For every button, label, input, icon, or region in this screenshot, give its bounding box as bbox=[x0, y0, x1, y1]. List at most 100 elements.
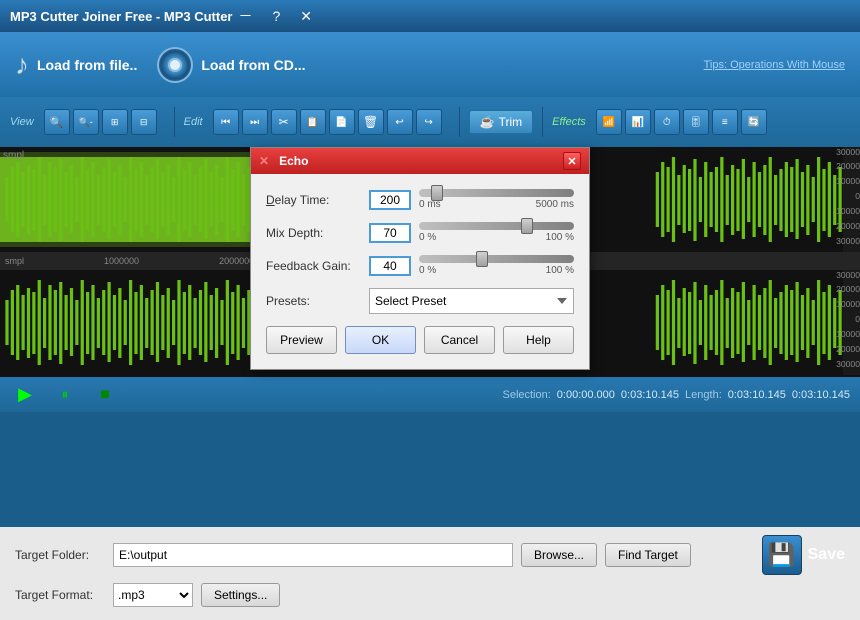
feedback-gain-slider-track bbox=[419, 255, 574, 263]
length-end: 0:03:10.145 bbox=[792, 389, 850, 401]
trim-button[interactable]: ☕ Trim bbox=[469, 110, 534, 134]
cut-button[interactable]: ✂ bbox=[271, 109, 297, 135]
mix-depth-max: 100 % bbox=[546, 232, 574, 243]
sub-toolbar: View 🔍 🔍- ⊞ ⊟ Edit ⏮ ⏭ ✂ 📋 📄 🗑 ↩ ↪ ☕ Tri… bbox=[0, 97, 860, 147]
feedback-gain-row: Feedback Gain: 0 % 100 % bbox=[266, 255, 574, 276]
settings-button[interactable]: Settings... bbox=[201, 583, 280, 607]
effect-5-button[interactable]: ≡ bbox=[712, 109, 738, 135]
separator-2 bbox=[459, 107, 460, 137]
effect-2-button[interactable]: 📊 bbox=[625, 109, 651, 135]
svg-text:20000: 20000 bbox=[836, 221, 860, 231]
feedback-gain-label: Feedback Gain: bbox=[266, 259, 361, 273]
zoom-fit-button[interactable]: ⊞ bbox=[102, 109, 128, 135]
help-button-dialog[interactable]: Help bbox=[503, 326, 574, 354]
delay-time-max: 5000 ms bbox=[536, 199, 574, 210]
load-cd-button[interactable]: Load from CD... bbox=[157, 47, 305, 83]
edit-tools: ⏮ ⏭ ✂ 📋 📄 🗑 ↩ ↪ bbox=[213, 109, 442, 135]
zoom-all-button[interactable]: ⊟ bbox=[131, 109, 157, 135]
ok-button[interactable]: OK bbox=[345, 326, 416, 354]
svg-text:30000: 30000 bbox=[836, 147, 860, 157]
feedback-max: 100 % bbox=[546, 265, 574, 276]
app-title: MP3 Cutter Joiner Free - MP3 Cutter bbox=[10, 9, 233, 24]
paste-button[interactable]: 📄 bbox=[329, 109, 355, 135]
svg-text:20000: 20000 bbox=[836, 284, 860, 294]
effect-3-button[interactable]: ⏱ bbox=[654, 109, 680, 135]
pause-button[interactable]: ⏸ bbox=[50, 380, 80, 410]
back-button[interactable]: ⏮ bbox=[213, 109, 239, 135]
dialog-buttons: Preview OK Cancel Help bbox=[266, 326, 574, 354]
svg-text:30000: 30000 bbox=[836, 359, 860, 369]
svg-text:0: 0 bbox=[855, 191, 860, 201]
svg-text:10000: 10000 bbox=[836, 176, 860, 186]
find-target-button[interactable]: Find Target bbox=[605, 543, 691, 567]
feedback-gain-slider-thumb[interactable] bbox=[476, 251, 488, 267]
effect-6-button[interactable]: 🔄 bbox=[741, 109, 767, 135]
effect-4-button[interactable]: 🎚 bbox=[683, 109, 709, 135]
title-bar: MP3 Cutter Joiner Free - MP3 Cutter － ? … bbox=[0, 0, 860, 32]
mix-depth-slider-thumb[interactable] bbox=[521, 218, 533, 234]
echo-title-text: Echo bbox=[279, 154, 308, 168]
view-label: View bbox=[10, 116, 34, 128]
help-button[interactable]: ? bbox=[267, 4, 287, 28]
load-file-button[interactable]: ♪ Load from file.. bbox=[15, 49, 137, 81]
feedback-gain-slider-container: 0 % 100 % bbox=[419, 255, 574, 276]
timeline-1m: 1000000 bbox=[104, 256, 139, 266]
delay-time-slider-labels: 0 ms 5000 ms bbox=[419, 199, 574, 210]
mix-depth-min: 0 % bbox=[419, 232, 436, 243]
feedback-gain-input[interactable] bbox=[369, 256, 411, 276]
echo-close-button[interactable]: ✕ bbox=[563, 152, 581, 170]
save-icon-btn[interactable]: 💾 bbox=[762, 535, 802, 575]
folder-input[interactable] bbox=[113, 543, 513, 567]
zoom-out-button[interactable]: 🔍- bbox=[73, 109, 99, 135]
feedback-min: 0 % bbox=[419, 265, 436, 276]
redo-button[interactable]: ↪ bbox=[416, 109, 442, 135]
selection-label: Selection: bbox=[502, 389, 550, 401]
length-label: Length: bbox=[685, 389, 722, 401]
delay-time-input[interactable] bbox=[369, 190, 411, 210]
cancel-button[interactable]: Cancel bbox=[424, 326, 495, 354]
undo-button[interactable]: ↩ bbox=[387, 109, 413, 135]
close-button[interactable]: ✕ bbox=[294, 4, 318, 28]
minimize-button[interactable]: － bbox=[233, 4, 259, 28]
folder-label: Target Folder: bbox=[15, 548, 105, 562]
mix-depth-row: Mix Depth: 0 % 100 % bbox=[266, 222, 574, 243]
delete-button[interactable]: 🗑 bbox=[358, 109, 384, 135]
toolbar-area: ♪ Load from file.. Load from CD... Tips:… bbox=[0, 32, 860, 97]
svg-text:30000: 30000 bbox=[836, 270, 860, 280]
play-button[interactable]: ▶ bbox=[10, 380, 40, 410]
svg-text:20000: 20000 bbox=[836, 161, 860, 171]
zoom-in-button[interactable]: 🔍 bbox=[44, 109, 70, 135]
effect-1-button[interactable]: 📶 bbox=[596, 109, 622, 135]
tips-link[interactable]: Tips: Operations With Mouse bbox=[704, 59, 845, 71]
load-file-label: Load from file.. bbox=[37, 57, 137, 73]
delay-time-label: Delay Time: bbox=[266, 193, 361, 207]
mix-depth-slider-track bbox=[419, 222, 574, 230]
waveform-label-top: smpl bbox=[3, 150, 24, 161]
folder-row: Target Folder: Browse... Find Target 💾 S… bbox=[15, 535, 845, 575]
forward-button[interactable]: ⏭ bbox=[242, 109, 268, 135]
cd-icon bbox=[157, 47, 193, 83]
presets-row: Presets: Select Preset bbox=[266, 288, 574, 314]
h-scrollbar: ◀ ▶ bbox=[0, 375, 860, 377]
presets-select[interactable]: Select Preset bbox=[369, 288, 574, 314]
format-select[interactable]: .mp3 bbox=[113, 583, 193, 607]
stop-button[interactable]: ■ bbox=[90, 380, 120, 410]
copy-button[interactable]: 📋 bbox=[300, 109, 326, 135]
delay-time-row: Delay Time: 0 ms 5000 ms bbox=[266, 189, 574, 210]
delay-time-slider-thumb[interactable] bbox=[431, 185, 443, 201]
echo-dialog-body: Delay Time: 0 ms 5000 ms Mix Depth: bbox=[251, 174, 589, 369]
effects-tools: 📶 📊 ⏱ 🎚 ≡ 🔄 bbox=[596, 109, 767, 135]
load-cd-label: Load from CD... bbox=[201, 57, 305, 73]
mix-depth-slider-container: 0 % 100 % bbox=[419, 222, 574, 243]
mix-depth-label: Mix Depth: bbox=[266, 226, 361, 240]
feedback-gain-label-text: Feedback Gain: bbox=[266, 259, 351, 273]
browse-button[interactable]: Browse... bbox=[521, 543, 597, 567]
svg-text:20000: 20000 bbox=[836, 344, 860, 354]
bottom-bar: Target Folder: Browse... Find Target 💾 S… bbox=[0, 527, 860, 620]
timeline-smpl: smpl bbox=[0, 256, 24, 266]
time-info: Selection: 0:00:00.000 0:03:10.145 Lengt… bbox=[502, 389, 850, 401]
save-label[interactable]: Save bbox=[808, 546, 845, 564]
preview-button[interactable]: Preview bbox=[266, 326, 337, 354]
effects-label: Effects bbox=[552, 116, 586, 128]
mix-depth-input[interactable] bbox=[369, 223, 411, 243]
